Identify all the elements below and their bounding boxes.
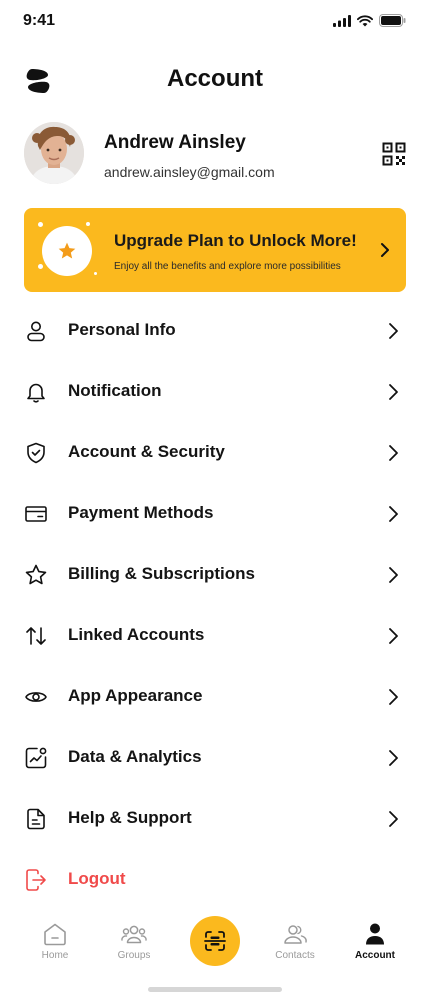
chevron-right-icon <box>389 323 398 339</box>
menu-item-label: Payment Methods <box>68 503 214 522</box>
decorative-dot <box>94 272 97 275</box>
chevron-right-icon <box>389 384 398 400</box>
logout-icon <box>26 869 46 891</box>
upgrade-plan-banner[interactable]: Upgrade Plan to Unlock More! Enjoy all t… <box>24 208 406 292</box>
menu-item-label: Linked Accounts <box>68 625 205 644</box>
menu-item-label: Account & Security <box>68 442 225 461</box>
menu-item-label: Notification <box>68 381 162 400</box>
logout-button[interactable]: Logout <box>0 849 430 910</box>
home-icon <box>44 923 66 946</box>
shield-icon <box>27 442 45 464</box>
chevron-right-icon <box>389 689 398 705</box>
chevron-right-icon <box>389 811 398 827</box>
menu-item-notification[interactable]: Notification <box>0 361 430 422</box>
menu-item-data-analytics[interactable]: Data & Analytics <box>0 727 430 788</box>
nav-item-groups[interactable]: Groups <box>94 912 174 961</box>
menu-item-personal-info[interactable]: Personal Info <box>0 300 430 361</box>
chevron-right-icon <box>389 750 398 766</box>
user-icon <box>27 321 45 342</box>
profile-email: andrew.ainsley@gmail.com <box>104 164 275 180</box>
home-indicator <box>148 987 282 992</box>
bottom-nav: Home Groups Contacts Account <box>0 912 430 972</box>
scan-button[interactable] <box>190 916 240 966</box>
nav-label: Account <box>355 950 395 961</box>
decorative-dot <box>38 264 43 269</box>
app-header: Account <box>0 56 430 106</box>
status-icons <box>333 14 406 27</box>
status-time: 9:41 <box>23 12 56 29</box>
upgrade-subtitle: Enjoy all the benefits and explore more … <box>114 261 341 272</box>
menu-item-billing-subscriptions[interactable]: Billing & Subscriptions <box>0 544 430 605</box>
nav-item-account[interactable]: Account <box>335 912 415 961</box>
status-bar: 9:41 <box>0 0 430 44</box>
star-badge-icon <box>58 242 76 259</box>
account-menu: Personal Info Notification Account & Sec… <box>0 300 430 910</box>
arrows-icon <box>26 627 46 645</box>
chevron-right-icon <box>389 506 398 522</box>
analytics-icon <box>25 747 47 769</box>
wifi-icon <box>357 14 373 26</box>
profile-section[interactable]: Andrew Ainsley andrew.ainsley@gmail.com <box>24 122 406 186</box>
avatar-image <box>24 122 84 184</box>
nav-item-contacts[interactable]: Contacts <box>255 912 335 961</box>
menu-item-label: Data & Analytics <box>68 747 202 766</box>
menu-item-label: Billing & Subscriptions <box>68 564 256 583</box>
nav-label: Groups <box>117 950 151 961</box>
menu-item-help-support[interactable]: Help & Support <box>0 788 430 849</box>
decorative-dot <box>86 222 90 226</box>
star-icon <box>25 564 47 585</box>
menu-item-label: Help & Support <box>68 808 192 827</box>
menu-item-linked-accounts[interactable]: Linked Accounts <box>0 605 430 666</box>
groups-icon <box>121 925 147 944</box>
card-icon <box>25 506 47 522</box>
bell-icon <box>27 383 45 403</box>
scan-icon <box>204 931 226 951</box>
menu-item-label: Personal Info <box>68 320 176 339</box>
nav-item-home[interactable]: Home <box>15 912 95 961</box>
nav-label: Contacts <box>275 950 315 961</box>
chevron-right-icon <box>381 243 389 257</box>
account-icon <box>366 923 384 945</box>
document-icon <box>27 808 45 830</box>
chevron-right-icon <box>389 628 398 644</box>
premium-badge <box>42 226 92 276</box>
chevron-right-icon <box>389 445 398 461</box>
eye-icon <box>25 692 47 702</box>
upgrade-title: Upgrade Plan to Unlock More! <box>114 231 357 250</box>
profile-name: Andrew Ainsley <box>104 132 246 153</box>
menu-item-payment-methods[interactable]: Payment Methods <box>0 483 430 544</box>
chevron-right-icon <box>389 567 398 583</box>
menu-item-account-security[interactable]: Account & Security <box>0 422 430 483</box>
menu-item-app-appearance[interactable]: App Appearance <box>0 666 430 727</box>
avatar[interactable] <box>24 122 84 184</box>
qr-code-icon[interactable] <box>382 142 406 166</box>
logout-label: Logout <box>68 869 126 888</box>
cellular-signal-icon <box>333 14 351 27</box>
menu-item-label: App Appearance <box>68 686 203 705</box>
decorative-dot <box>38 222 43 227</box>
nav-label: Home <box>41 950 69 961</box>
battery-icon <box>379 14 406 27</box>
contacts-icon <box>284 925 307 944</box>
page-title: Account <box>167 65 263 92</box>
